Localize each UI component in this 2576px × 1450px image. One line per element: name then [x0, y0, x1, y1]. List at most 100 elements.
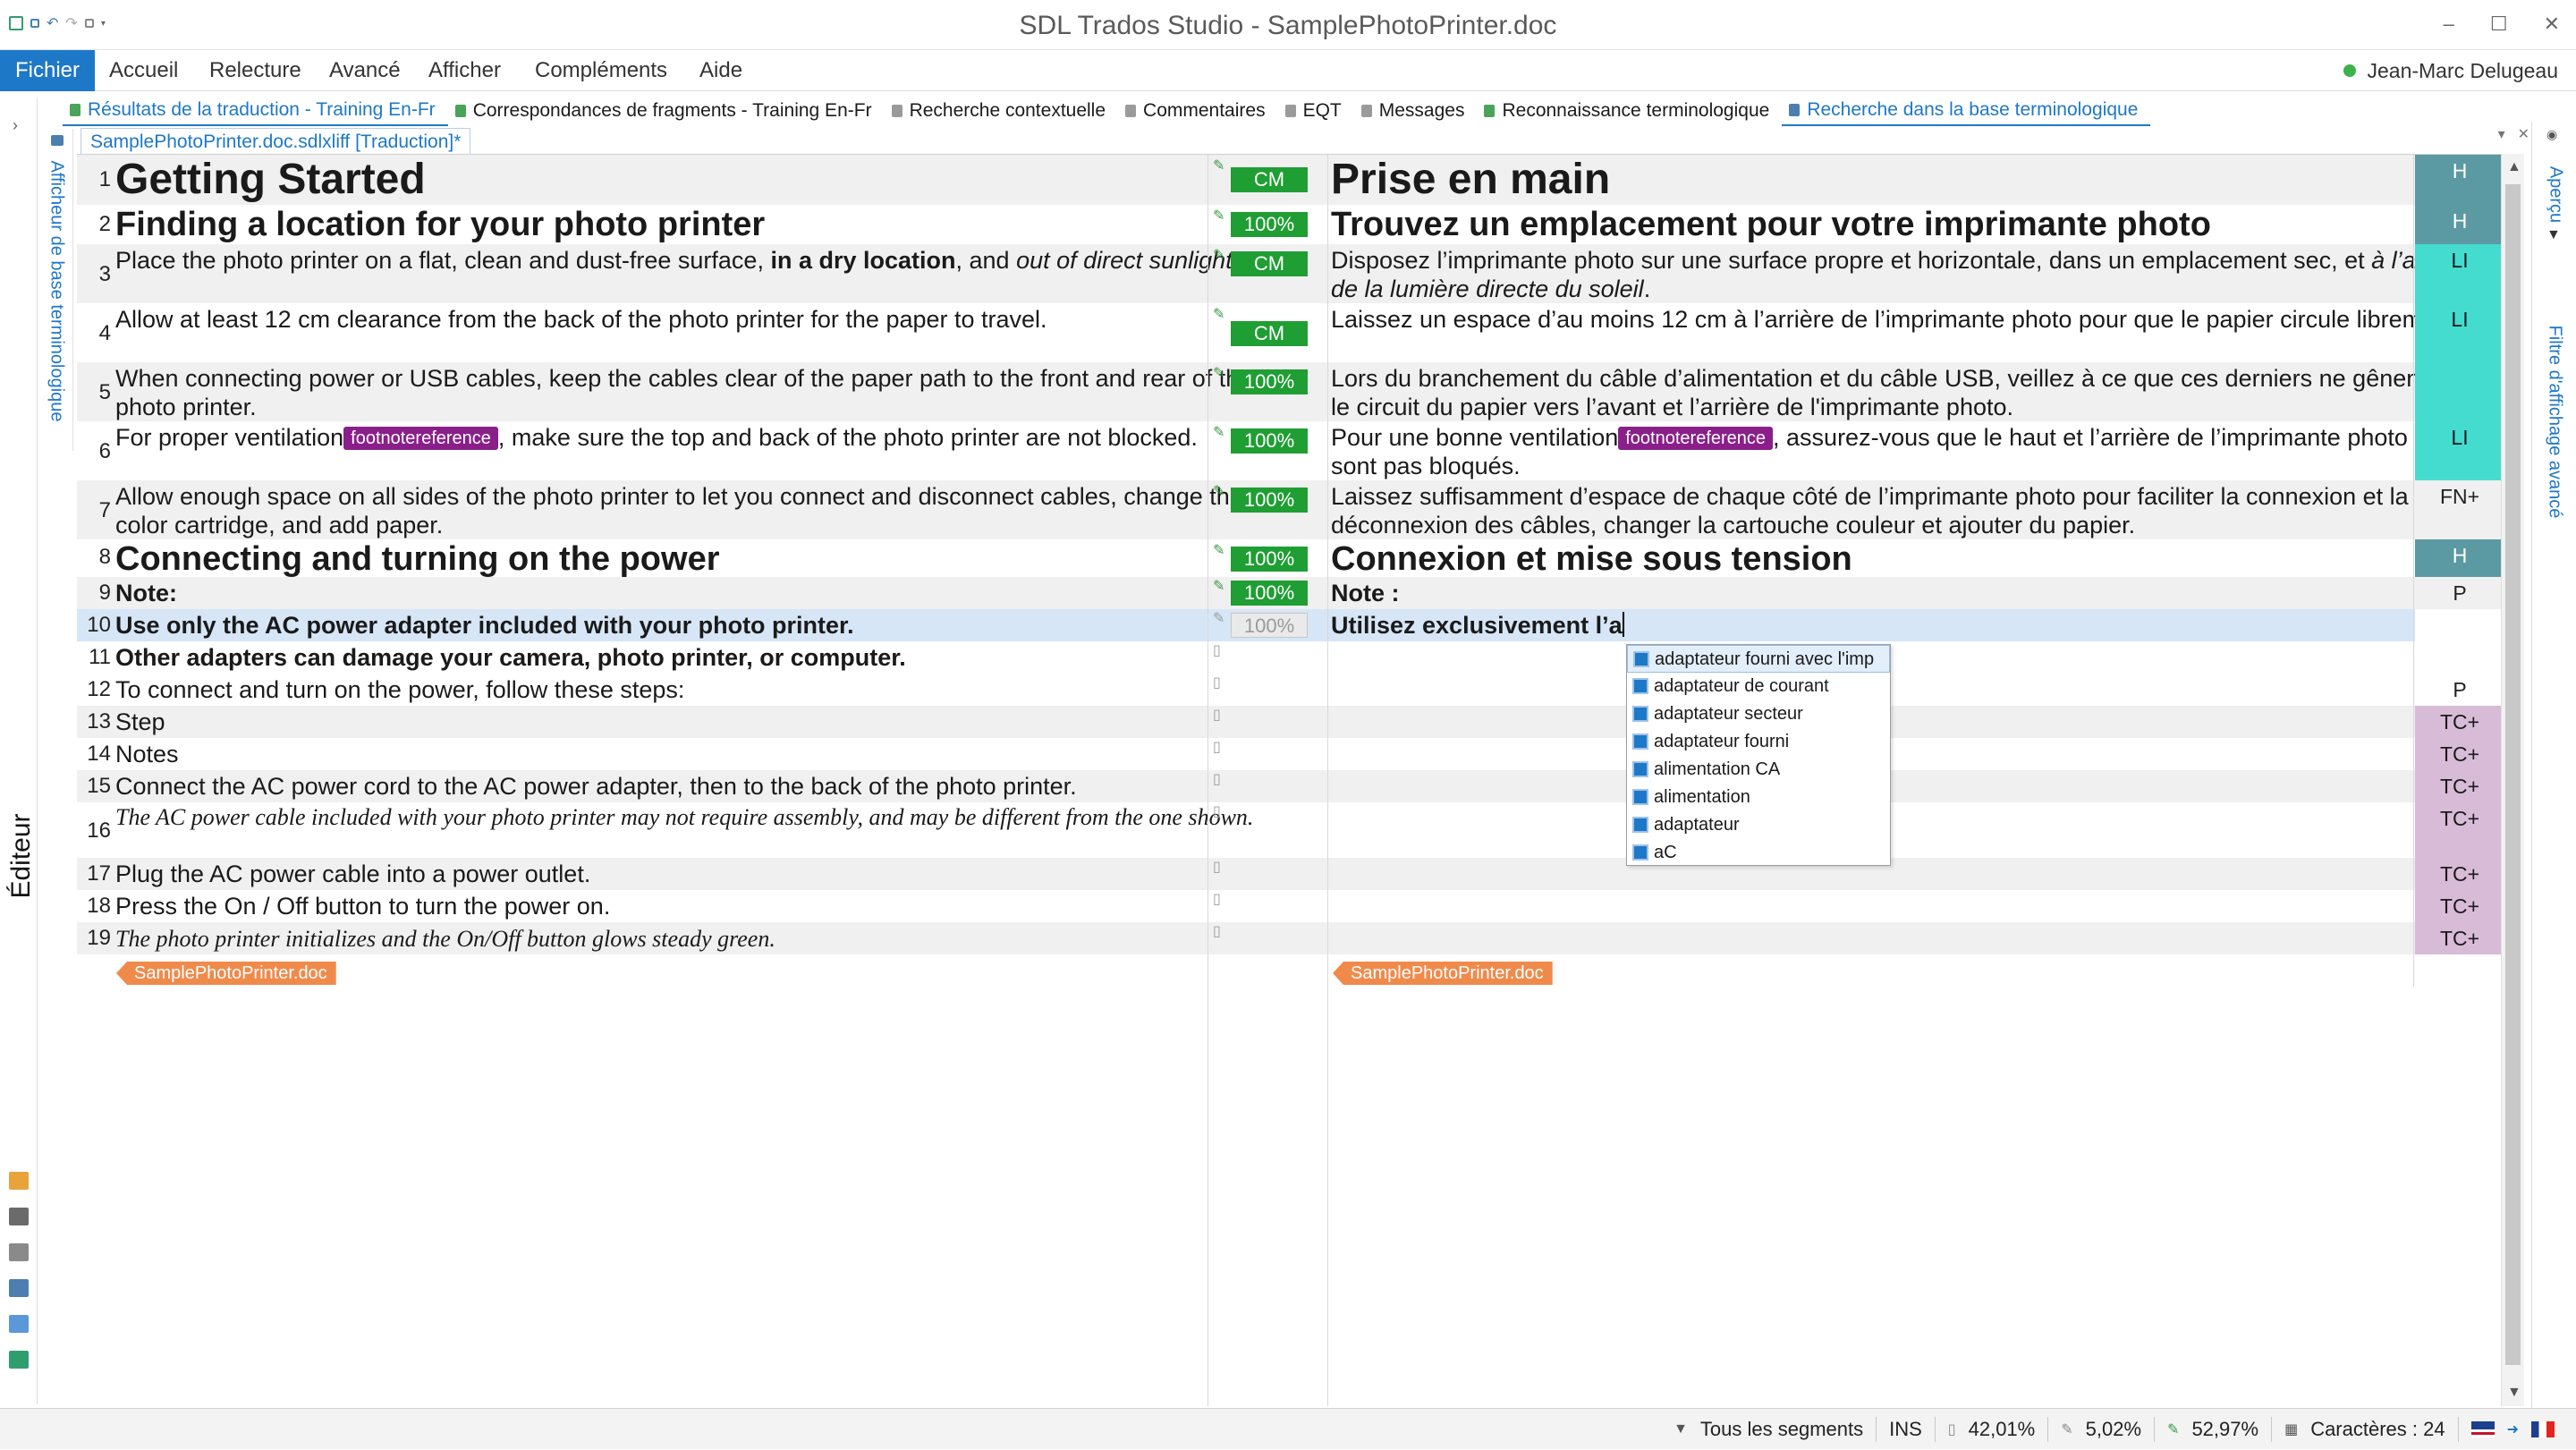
- segment-row-active[interactable]: 10 Use only the AC power adapter include…: [77, 609, 2415, 641]
- tab-fragment-matches[interactable]: Correspondances de fragments - Training …: [448, 96, 885, 126]
- translated-icon: ✎: [2167, 1422, 2180, 1437]
- draft-icon: ✎: [2061, 1422, 2073, 1437]
- target-text-editing[interactable]: Utilisez exclusivement l’a: [1331, 611, 2476, 640]
- footnote-tag[interactable]: footnotereference: [343, 427, 498, 450]
- translated-status-icon: ✎: [1213, 579, 1225, 594]
- autosuggest-dropdown[interactable]: adaptateur fourni avec l'imp adaptateur …: [1626, 644, 1891, 866]
- files-icon[interactable]: [9, 1243, 29, 1261]
- autosuggest-item[interactable]: alimentation: [1627, 784, 1890, 811]
- termbase-entry-icon: [1632, 789, 1648, 805]
- segment-row[interactable]: 14 Notes ▯ TC+: [77, 738, 2506, 770]
- preview-label: Aperçu: [2546, 165, 2566, 224]
- autosuggest-item[interactable]: adaptateur fourni: [1627, 728, 1890, 756]
- target-text[interactable]: Prise en main: [1331, 155, 2476, 205]
- suggestion-text: alimentation CA: [1654, 759, 1781, 779]
- tab-comments[interactable]: Commentaires: [1118, 96, 1278, 126]
- target-text[interactable]: Connexion et mise sous tension: [1331, 539, 2476, 579]
- segment-row[interactable]: 5 When connecting power or USB cables, k…: [77, 362, 2506, 421]
- tab-accueil[interactable]: Accueil: [109, 50, 178, 91]
- target-text[interactable]: Lors du branchement du câble d’alimentat…: [1331, 364, 2476, 421]
- advanced-filter-panel-tab[interactable]: Filtre d'affichage avancé: [2532, 259, 2575, 599]
- user-account[interactable]: Jean-Marc Delugeau: [2343, 50, 2558, 91]
- close-document-icon[interactable]: ✕: [2518, 125, 2529, 143]
- minimize-button[interactable]: –: [2444, 13, 2454, 36]
- segment-row[interactable]: 16 The AC power cable included with your…: [77, 802, 2506, 858]
- segment-row[interactable]: 7 Allow enough space on all sides of the…: [77, 480, 2506, 539]
- autosuggest-item[interactable]: adaptateur secteur: [1627, 700, 1890, 728]
- scroll-down-icon[interactable]: ▼: [2507, 1385, 2521, 1401]
- tab-complements[interactable]: Compléments: [535, 50, 667, 91]
- expand-chevron-icon[interactable]: ›: [13, 116, 18, 135]
- autosuggest-item[interactable]: adaptateur: [1627, 811, 1890, 839]
- home-icon[interactable]: [9, 1172, 29, 1190]
- document-end-tag-source[interactable]: SamplePhotoPrinter.doc: [116, 962, 336, 985]
- document-tab[interactable]: SamplePhotoPrinter.doc.sdlxliff [Traduct…: [80, 128, 471, 155]
- segment-row[interactable]: 15 Connect the AC power cord to the AC p…: [77, 770, 2506, 802]
- segment-row[interactable]: 6 For proper ventilation footnotereferenc…: [77, 421, 2506, 480]
- tab-relecture[interactable]: Relecture: [209, 50, 301, 91]
- source-text: Finding a location for your photo printe…: [115, 206, 766, 243]
- autosuggest-item[interactable]: aC: [1627, 839, 1890, 867]
- tab-afficher[interactable]: Afficher: [428, 50, 501, 91]
- footnote-tag[interactable]: footnotereference: [1618, 427, 1774, 450]
- termbase-viewer-panel[interactable]: Afficheur de base terminologique: [43, 129, 73, 451]
- tab-fichier[interactable]: Fichier: [0, 50, 95, 91]
- segment-row[interactable]: 8 Connecting and turning on the power ✎ …: [77, 539, 2506, 579]
- tab-term-recognition[interactable]: Reconnaissance terminologique: [1477, 96, 1782, 126]
- projects-icon[interactable]: [9, 1208, 29, 1225]
- divider: [2457, 1417, 2459, 1442]
- termbase-entry-icon: [1632, 678, 1648, 694]
- segment-row[interactable]: 18 Press the On / Off button to turn the…: [77, 890, 2506, 922]
- tab-avance[interactable]: Avancé: [329, 50, 401, 91]
- reports-icon[interactable]: [9, 1279, 29, 1297]
- segment-row[interactable]: 13 Step ▯ TC+: [77, 706, 2506, 738]
- segment-row[interactable]: 11 Other adapters can damage your camera…: [77, 641, 2506, 674]
- scroll-up-icon[interactable]: ▲: [2507, 159, 2521, 175]
- target-text[interactable]: Disposez l’imprimante photo sur une surf…: [1331, 246, 2476, 303]
- segment-row[interactable]: 1 Getting Started ✎ CM Prise en main H: [77, 155, 2506, 205]
- translation-memories-icon[interactable]: [9, 1351, 29, 1369]
- editor-scrollbar[interactable]: ▲ ▼: [2501, 154, 2524, 1406]
- segment-row[interactable]: 3 Place the photo printer on a flat, cle…: [77, 244, 2506, 303]
- target-text[interactable]: Laissez suffisamment d’espace de chaque …: [1331, 482, 2476, 539]
- tab-aide[interactable]: Aide: [699, 50, 742, 91]
- document-end-tag-target[interactable]: SamplePhotoPrinter.doc: [1333, 962, 1553, 985]
- structure-badge: P: [2453, 678, 2467, 701]
- tab-termbase-search[interactable]: Recherche dans la base terminologique: [1782, 96, 2151, 126]
- source-text: Other adapters can damage your camera, p…: [115, 644, 906, 671]
- segment-row[interactable]: 19 The photo printer initializes and the…: [77, 922, 2506, 954]
- tab-label: Recherche contextuelle: [909, 100, 1106, 121]
- segment-filter-status[interactable]: Tous les segments: [1700, 1418, 1863, 1441]
- segment-row[interactable]: 2 Finding a location for your photo prin…: [77, 205, 2506, 244]
- autosuggest-item[interactable]: adaptateur de courant: [1627, 673, 1890, 700]
- segment-row[interactable]: 4 Allow at least 12 cm clearance from th…: [77, 303, 2506, 362]
- segment-row[interactable]: 12 To connect and turn on the power, fol…: [77, 674, 2506, 706]
- tab-concordance-search[interactable]: Recherche contextuelle: [885, 96, 1118, 126]
- insert-mode[interactable]: INS: [1889, 1418, 1922, 1441]
- autosuggest-item[interactable]: adaptateur fourni avec l'imp: [1627, 645, 1890, 673]
- tab-dropdown-icon[interactable]: ▾: [2498, 125, 2505, 143]
- segment-row[interactable]: 17 Plug the AC power cable into a power …: [77, 858, 2506, 890]
- segment-number: 7: [98, 498, 111, 522]
- tab-translation-results[interactable]: Résultats de la traduction - Training En…: [63, 96, 448, 126]
- close-button[interactable]: ✕: [2544, 13, 2560, 36]
- autosuggest-item[interactable]: alimentation CA: [1627, 756, 1890, 784]
- scrollbar-thumb[interactable]: [2505, 184, 2521, 1365]
- presence-icon: [2343, 64, 2357, 77]
- target-text[interactable]: Trouvez un emplacement pour votre imprim…: [1331, 205, 2476, 244]
- segment-number: 15: [87, 774, 111, 798]
- target-text[interactable]: Pour une bonne ventilation footnoterefere…: [1331, 423, 2476, 480]
- window-controls: – ☐ ✕: [2444, 13, 2560, 36]
- editor-icon[interactable]: [9, 1315, 29, 1333]
- termbase-entry-icon: [1632, 761, 1648, 777]
- maximize-button[interactable]: ☐: [2490, 13, 2508, 36]
- tab-messages[interactable]: Messages: [1354, 96, 1478, 126]
- target-text[interactable]: Note :: [1331, 579, 2476, 607]
- segment-row[interactable]: 9 Note: ✎ 100% Note : P: [77, 577, 2506, 609]
- match-badge: 100%: [1231, 613, 1308, 638]
- editor-grid[interactable]: 1 Getting Started ✎ CM Prise en main H 2…: [77, 154, 2506, 1406]
- structure-badge: TC+: [2415, 922, 2504, 954]
- target-text[interactable]: Laissez un espace d’au moins 12 cm à l’a…: [1331, 305, 2476, 334]
- divider: [2047, 1417, 2049, 1442]
- tab-eqt[interactable]: EQT: [1278, 96, 1354, 126]
